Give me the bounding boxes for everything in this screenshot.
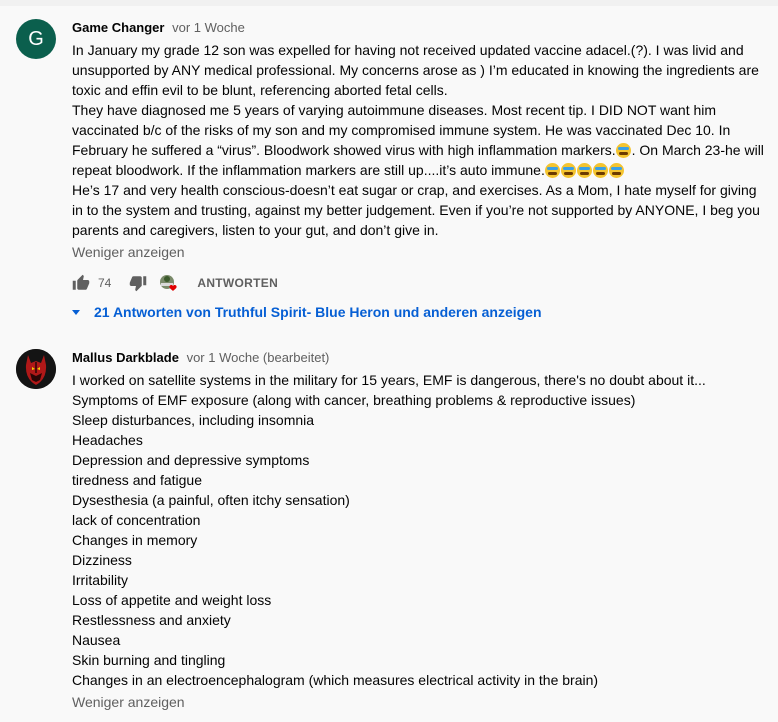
view-replies-label: 21 Antworten von Truthful Spirit- Blue H… — [94, 304, 542, 320]
avatar[interactable] — [16, 349, 56, 389]
author-name[interactable]: Mallus Darkblade — [72, 350, 179, 365]
comment-line: toxic and effin evil to be blunt, refere… — [72, 82, 448, 98]
comment-header: Game Changer vor 1 Woche — [72, 20, 245, 35]
view-replies-button[interactable]: 21 Antworten von Truthful Spirit- Blue H… — [72, 304, 542, 320]
comment-line-part: repeat bloodwork. If the inflammation ma… — [72, 162, 545, 178]
comment-line: I worked on satellite systems in the mil… — [72, 372, 706, 388]
comment-line: lack of concentration — [72, 512, 201, 528]
thumb-up-icon[interactable] — [72, 274, 90, 292]
author-name[interactable]: Game Changer — [72, 20, 164, 35]
timestamp[interactable]: vor 1 Woche — [172, 20, 245, 35]
comment-line: Sleep disturbances, including insomnia — [72, 412, 315, 428]
avatar-letter: G — [28, 28, 44, 50]
comment-line: Depression and depressive symptoms — [72, 452, 310, 468]
crying-emoji-icon — [592, 163, 608, 178]
comment-line: Dysesthesia (a painful, often itchy sens… — [72, 492, 350, 508]
comment-line: Headaches — [72, 432, 143, 448]
show-less-button[interactable]: Weniger anzeigen — [72, 694, 185, 710]
comment-line: They have diagnosed me 5 years of varyin… — [72, 102, 717, 118]
comment-line: Skin burning and tingling — [72, 652, 226, 668]
thumb-down-icon[interactable] — [129, 274, 147, 292]
reply-button[interactable]: ANTWORTEN — [197, 276, 278, 290]
crying-emoji-icon — [560, 163, 576, 178]
comment-actions: 74 ANTWORTEN — [72, 271, 278, 295]
comment-text: In January my grade 12 son was expelled … — [72, 40, 772, 240]
creator-heart-icon — [159, 274, 179, 292]
comment-line: February he suffered a “virus”. Bloodwor… — [72, 140, 772, 160]
comment-line: Changes in an electroencephalogram (whic… — [72, 672, 599, 688]
comment-line: He’s 17 and very health conscious-doesn’… — [72, 182, 757, 198]
comment-line: unsupported by ANY medical professional.… — [72, 62, 759, 78]
show-less-button[interactable]: Weniger anzeigen — [72, 244, 185, 260]
crying-emoji-icon — [608, 163, 624, 178]
comment-line: repeat bloodwork. If the inflammation ma… — [72, 160, 772, 180]
sith-avatar-image — [16, 349, 56, 389]
comment-line: In January my grade 12 son was expelled … — [72, 42, 744, 58]
comment-line: in to the system and trusting, against m… — [72, 202, 760, 218]
comment-line: Nausea — [72, 632, 121, 648]
comment-line: Dizziness — [72, 552, 132, 568]
comment-header: Mallus Darkblade vor 1 Woche (bearbeitet… — [72, 350, 329, 365]
comment-line: Loss of appetite and weight loss — [72, 592, 272, 608]
crying-emoji-icon — [615, 143, 631, 158]
expand-triangle-icon — [72, 309, 80, 315]
like-count: 74 — [98, 276, 112, 290]
timestamp[interactable]: vor 1 Woche (bearbeitet) — [187, 350, 330, 365]
comment-line: parents and caregivers, listen to your g… — [72, 222, 439, 238]
crying-emoji-icon — [544, 163, 560, 178]
comment-line: Irritability — [72, 572, 129, 588]
comment-text: I worked on satellite systems in the mil… — [72, 370, 772, 690]
comment-line: Symptoms of EMF exposure (along with can… — [72, 392, 636, 408]
comment-line: tiredness and fatigue — [72, 472, 202, 488]
comment-line: vaccinated b/c of the risks of my son an… — [72, 122, 731, 138]
comment-line: Changes in memory — [72, 532, 198, 548]
avatar[interactable]: G — [16, 19, 56, 59]
crying-emoji-group — [544, 162, 625, 178]
top-divider — [0, 0, 778, 6]
comment-line-part: . On March 23-he will — [631, 142, 764, 158]
crying-emoji-icon — [576, 163, 592, 178]
comment-line: Restlessness and anxiety — [72, 612, 231, 628]
comment-line-part: February he suffered a “virus”. Bloodwor… — [72, 142, 616, 158]
